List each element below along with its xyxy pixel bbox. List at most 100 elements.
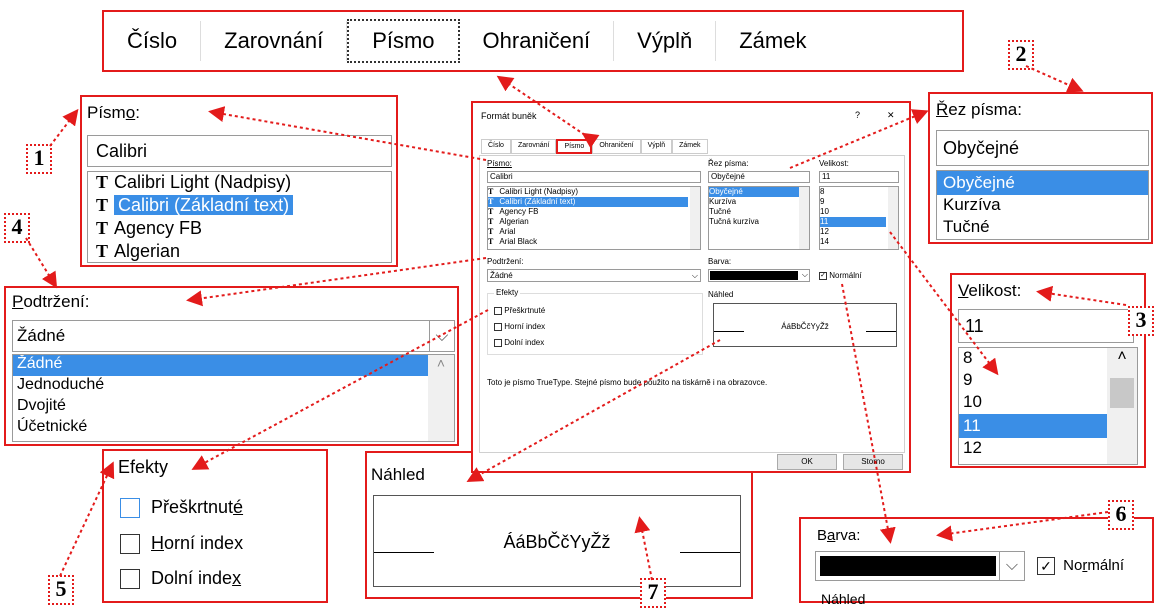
strikethrough-checkbox[interactable] — [120, 498, 140, 519]
scrollbar[interactable] — [799, 187, 809, 249]
style-input[interactable]: Obyčejné — [936, 130, 1149, 166]
underline-select[interactable]: Žádné ⌵ — [487, 269, 701, 282]
chevron-down-icon[interactable]: ⌵ — [802, 270, 808, 280]
list-item[interactable]: Tučná kurzíva — [709, 217, 809, 227]
color-picker[interactable]: ⌵ — [708, 269, 810, 282]
list-item[interactable]: T Algerian — [488, 217, 700, 227]
truetype-icon: T — [96, 172, 109, 192]
list-item[interactable]: 12 — [820, 227, 898, 237]
strikethrough-checkbox[interactable] — [494, 306, 502, 315]
style-list[interactable]: Obyčejné Kurzíva Tučné — [936, 170, 1149, 240]
strikethrough-option[interactable]: Přeškrtnuté — [120, 497, 243, 519]
list-item-selected[interactable]: 11 — [959, 414, 1108, 438]
list-item-selected[interactable]: 11 — [820, 217, 886, 227]
style-input[interactable]: Obyčejné — [708, 171, 810, 183]
font-input[interactable]: Calibri — [87, 135, 392, 167]
list-item[interactable]: 10 — [820, 207, 898, 217]
scrollbar[interactable]: ˄ — [428, 355, 454, 441]
tab-vypln[interactable]: Výplň — [614, 21, 717, 61]
superscript-option[interactable]: Horní index — [494, 322, 545, 331]
size-label: Velikost: — [819, 159, 849, 168]
list-item[interactable]: T Agency FB — [88, 218, 391, 241]
superscript-checkbox[interactable] — [494, 322, 502, 331]
list-item-selected[interactable]: Obyčejné — [709, 187, 799, 197]
style-list[interactable]: Obyčejné Kurzíva Tučné Tučná kurzíva — [708, 186, 810, 250]
list-item[interactable]: Tučné — [937, 217, 1148, 239]
normal-option[interactable]: ✓ Normální — [819, 271, 862, 280]
checkmark-icon[interactable]: ✓ — [1037, 557, 1055, 576]
tab-zamek[interactable]: Zámek — [716, 21, 829, 61]
size-label: Velikost: — [958, 281, 1022, 300]
chevron-down-icon[interactable]: ⌵ — [999, 552, 1024, 580]
chevron-down-icon[interactable]: ⌵ — [692, 270, 698, 281]
list-item[interactable]: T Calibri Light (Nadpisy) — [488, 187, 700, 197]
list-item[interactable]: Kurzíva — [709, 197, 809, 207]
checkmark-icon[interactable]: ✓ — [819, 271, 827, 280]
color-picker[interactable]: ⌵ — [815, 551, 1025, 581]
font-label: Písmo: — [87, 103, 140, 122]
list-item[interactable]: Tučné — [709, 207, 809, 217]
chevron-down-icon[interactable]: ⌵ — [429, 321, 454, 351]
tab-zarovnani[interactable]: Zarovnání — [201, 21, 348, 61]
size-input[interactable]: 11 — [958, 309, 1134, 343]
list-item[interactable]: T Agency FB — [488, 207, 700, 217]
scrollbar[interactable]: ˄ — [1107, 348, 1137, 464]
cancel-button[interactable]: Storno — [843, 454, 903, 470]
tab-cislo[interactable]: Číslo — [104, 21, 202, 61]
list-item-selected[interactable]: T Calibri (Základní text) — [88, 195, 391, 218]
scrollbar[interactable] — [888, 187, 898, 249]
strikethrough-option[interactable]: Přeškrtnuté — [494, 306, 545, 315]
font-list[interactable]: T Calibri Light (Nadpisy) T Calibri (Zákla… — [87, 171, 392, 263]
list-item[interactable]: T Arial Black — [488, 237, 700, 247]
list-item-selected[interactable]: Obyčejné — [937, 171, 1148, 195]
preview-sample: ÁáBbČčYyŽž — [781, 322, 829, 331]
tab-pismo[interactable]: Písmo — [556, 139, 593, 154]
superscript-option[interactable]: Horní index — [120, 533, 243, 555]
list-item-selected[interactable]: T Calibri (Základní text) — [488, 197, 688, 207]
list-item[interactable]: 14 — [820, 237, 898, 247]
tab-zamek[interactable]: Zámek — [672, 139, 708, 154]
underline-list[interactable]: Žádné Jednoduché Dvojité Účetnické ˄ — [12, 354, 455, 442]
list-item[interactable]: 9 — [820, 197, 898, 207]
preview-box: ÁáBbČčYyŽž — [713, 303, 897, 347]
scrollbar-thumb[interactable] — [1110, 378, 1134, 408]
chevron-up-icon[interactable]: ˄ — [1107, 348, 1137, 368]
size-list[interactable]: 8 9 10 11 12 14 — [819, 186, 899, 250]
effects-group: Efekty Přeškrtnuté Horní index Dolní ind… — [487, 288, 703, 355]
scrollbar[interactable] — [690, 187, 700, 249]
superscript-checkbox[interactable] — [120, 534, 140, 555]
ok-button[interactable]: OK — [777, 454, 837, 470]
list-item[interactable]: T Algerian — [88, 241, 391, 262]
underline-select[interactable]: Žádné ⌵ — [12, 320, 455, 352]
tab-ohraniceni[interactable]: Ohraničení — [460, 21, 615, 61]
close-icon[interactable]: ✕ — [887, 110, 895, 121]
font-list[interactable]: T Calibri Light (Nadpisy) T Calibri (Zákla… — [487, 186, 701, 250]
size-input[interactable]: 11 — [819, 171, 899, 183]
list-item[interactable]: Dvojité — [13, 397, 454, 418]
list-item[interactable]: Účetnické — [13, 418, 454, 439]
subscript-checkbox[interactable] — [120, 569, 140, 590]
marker-7: 7 — [640, 578, 666, 608]
subscript-option[interactable]: Dolní index — [494, 338, 544, 347]
help-icon[interactable]: ? — [855, 110, 860, 120]
list-item[interactable]: Kurzíva — [937, 195, 1148, 217]
list-item[interactable]: T Arial — [488, 227, 700, 237]
tab-vypln[interactable]: Výplň — [640, 139, 673, 154]
tab-cislo[interactable]: Číslo — [481, 139, 511, 154]
tab-ohraniceni[interactable]: Ohraničení — [592, 139, 641, 154]
chevron-up-icon[interactable]: ˄ — [428, 355, 454, 371]
list-item[interactable]: T Calibri Light (Nadpisy) — [88, 172, 391, 195]
effects-title: Efekty — [118, 457, 169, 477]
list-item-selected[interactable]: Žádné — [13, 355, 432, 376]
font-input[interactable]: Calibri — [487, 171, 701, 183]
list-item[interactable]: Jednoduché — [13, 376, 454, 397]
subscript-option[interactable]: Dolní index — [120, 568, 241, 590]
normal-option[interactable]: ✓ Normální — [1037, 557, 1124, 576]
tab-pismo[interactable]: Písmo — [347, 19, 460, 63]
marker-6: 6 — [1108, 500, 1134, 530]
subscript-checkbox[interactable] — [494, 338, 502, 347]
font-label: Písmo: — [487, 159, 512, 168]
list-item[interactable]: 8 — [820, 187, 898, 197]
size-list[interactable]: 8 9 10 11 12 ˄ — [958, 347, 1138, 465]
tab-zarovnani[interactable]: Zarovnání — [510, 139, 557, 154]
